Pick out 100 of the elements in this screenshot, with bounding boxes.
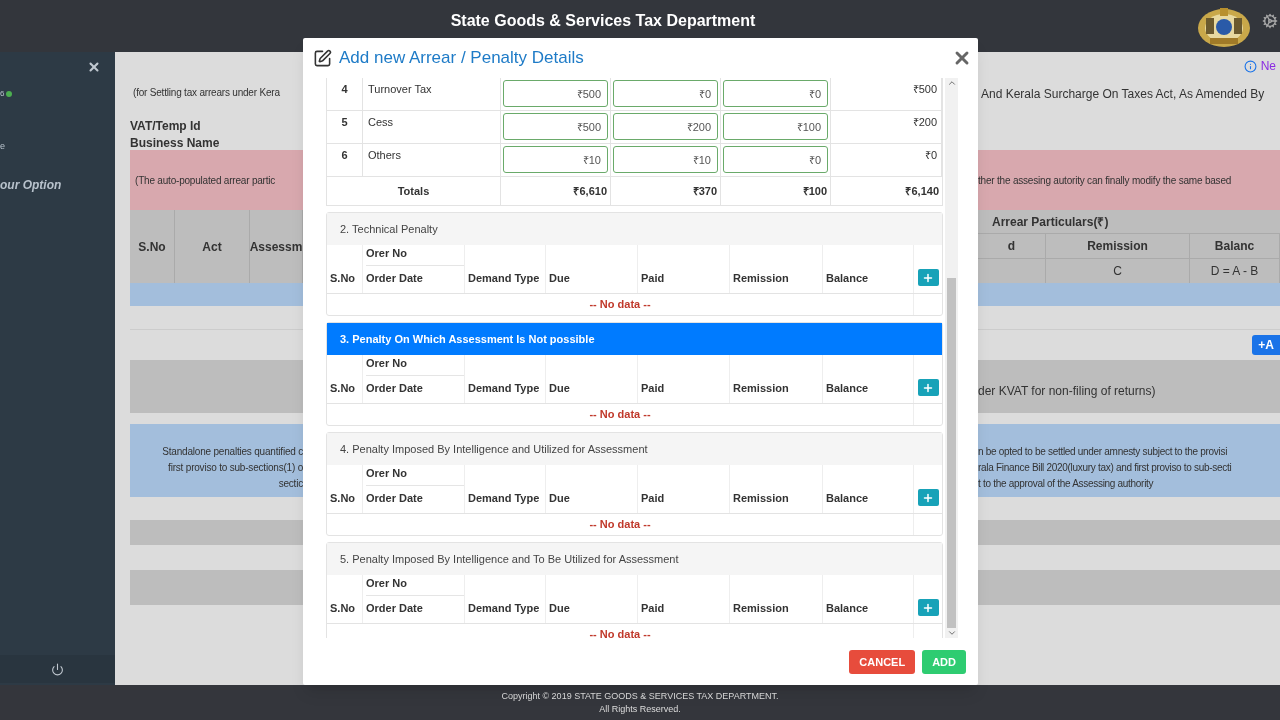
intro-text: (for Settling tax arrears under Kera [133, 87, 280, 98]
column-header: Balance [826, 380, 870, 396]
column-header: S.No [330, 600, 357, 616]
total-amount: ₹100 [802, 183, 827, 199]
add-row-button[interactable] [917, 269, 939, 286]
empty-message: -- No data -- [589, 517, 651, 533]
balance-amount: ₹200 [912, 115, 937, 130]
balance-amount: ₹500 [912, 82, 937, 97]
column-header: Order Date [366, 380, 424, 396]
copyright-text: Copyright © 2019 STATE GOODS & SERVICES TAX DEPARTMENT. [501, 689, 779, 703]
column-header: Demand Type [468, 600, 541, 616]
amount-field[interactable]: ₹200 [613, 113, 718, 140]
gear-icon[interactable] [1262, 13, 1278, 29]
amount-field[interactable]: ₹0 [723, 146, 828, 173]
plus-icon [922, 271, 934, 284]
amount-field[interactable]: ₹10 [613, 146, 718, 173]
column-header: S.No [330, 270, 357, 286]
scrollbar[interactable] [945, 78, 958, 638]
row-number: 4 [341, 82, 348, 97]
column-header: Due [549, 600, 571, 616]
column-header: Paid [641, 600, 666, 616]
column-header: Due [549, 490, 571, 506]
add-row-button[interactable] [917, 489, 939, 506]
column-header: Orer No [366, 355, 464, 376]
column-header: S.No [330, 380, 357, 396]
total-amount: ₹6,610 [573, 183, 607, 199]
section-header: 3. Penalty On Which Assessment Is Not possible [327, 323, 942, 355]
amount-field[interactable]: ₹0 [613, 80, 718, 107]
column-header: Order Date [366, 270, 424, 286]
alert-text: ther the assesing autority can finally modify the same based [978, 175, 1232, 186]
column-header: Balance [826, 270, 870, 286]
info-text: first proviso to sub-sections(1) o [168, 461, 303, 475]
column-header: Remission [733, 380, 790, 396]
row-number: 6 [341, 148, 348, 163]
column-header: Balance [826, 490, 870, 506]
power-button[interactable] [51, 662, 64, 676]
close-button[interactable] [87, 60, 101, 74]
column-header: Paid [641, 380, 666, 396]
column-header: Orer No [366, 465, 464, 486]
scroll-down-icon[interactable] [946, 628, 957, 638]
balance-amount: ₹0 [924, 148, 937, 163]
column-header: Balanc [1190, 234, 1280, 258]
total-amount: ₹6,140 [905, 183, 939, 199]
amount-field[interactable]: ₹500 [503, 80, 608, 107]
column-header: Demand Type [468, 490, 541, 506]
amount-field[interactable]: ₹500 [503, 113, 608, 140]
alert-text: (The auto-populated arrear partic [135, 175, 276, 186]
column-header: Balance [826, 600, 870, 616]
column-header: Order Date [366, 600, 424, 616]
column-header: Remission [1046, 234, 1190, 258]
status-text: 6 [0, 88, 5, 100]
column-header: Orer No [366, 245, 464, 266]
column-header: Demand Type [468, 380, 541, 396]
plus-icon [922, 601, 934, 614]
column-header: Remission [733, 270, 790, 286]
business-name-label: Business Name [130, 135, 221, 152]
amount-field[interactable]: ₹10 [503, 146, 608, 173]
add-row-button[interactable] [917, 599, 939, 616]
info-icon [1243, 59, 1257, 73]
amount-field[interactable]: ₹100 [723, 113, 828, 140]
column-header: Orer No [366, 575, 464, 596]
site-title: State Goods & Services Tax Department [450, 11, 756, 31]
column-header: Paid [641, 490, 666, 506]
cancel-button[interactable]: CANCEL [849, 650, 916, 674]
section-header: 5. Penalty Imposed By Intelligence and To Be Utilized for Assessment [327, 543, 942, 575]
column-header: Remission [733, 490, 790, 506]
column-header: Order Date [366, 490, 424, 506]
add-row-button[interactable] [917, 379, 939, 396]
add-button[interactable]: +A [1252, 335, 1280, 355]
totals-label: Totals [397, 183, 430, 199]
edit-icon [313, 48, 332, 68]
info-text: t to the approval of the Assessing authority [978, 477, 1155, 491]
column-header: Demand Type [468, 270, 541, 286]
info-text: Standalone penalties quantified c [162, 445, 303, 459]
scroll-up-icon[interactable] [946, 78, 957, 88]
tax-head: Turnover Tax [368, 83, 432, 95]
tax-head: Others [368, 149, 401, 161]
section-header: 4. Penalty Imposed By Intelligence and Utilized for Assessment [327, 433, 942, 465]
info-text: sectic [278, 477, 303, 491]
info-text: n be opted to be settled under amnesty subject to the provisi [978, 445, 1229, 459]
column-header: Due [549, 270, 571, 286]
vat-label: VAT/Temp Id [130, 118, 202, 135]
column-header: Remission [733, 600, 790, 616]
section-header: 2. Technical Penalty [327, 213, 942, 245]
sidebar-item[interactable]: our Option [0, 178, 62, 192]
copyright-text: All Rights Reserved. [599, 702, 681, 716]
intro-text: And Kerala Surcharge On Taxes Act, As Amended By [981, 87, 1265, 101]
empty-message: -- No data -- [589, 407, 651, 423]
plus-icon [922, 491, 934, 504]
column-header: Due [549, 380, 571, 396]
info-text: rala Finance Bill 2020(luxury tax) and first proviso to sub-secti [978, 461, 1233, 475]
section-text: der KVAT for non-filing of returns) [978, 384, 1156, 398]
tax-head: Cess [368, 116, 394, 128]
column-header: S.No [330, 490, 357, 506]
empty-message: -- No data -- [589, 297, 651, 313]
group-header: Arrear Particulars(₹) [991, 213, 1110, 231]
amount-field[interactable]: ₹0 [723, 80, 828, 107]
column-header: Paid [641, 270, 666, 286]
dialog-title: Add new Arrear / Penalty Details [339, 47, 584, 70]
sidebar-item[interactable]: e [0, 141, 5, 151]
